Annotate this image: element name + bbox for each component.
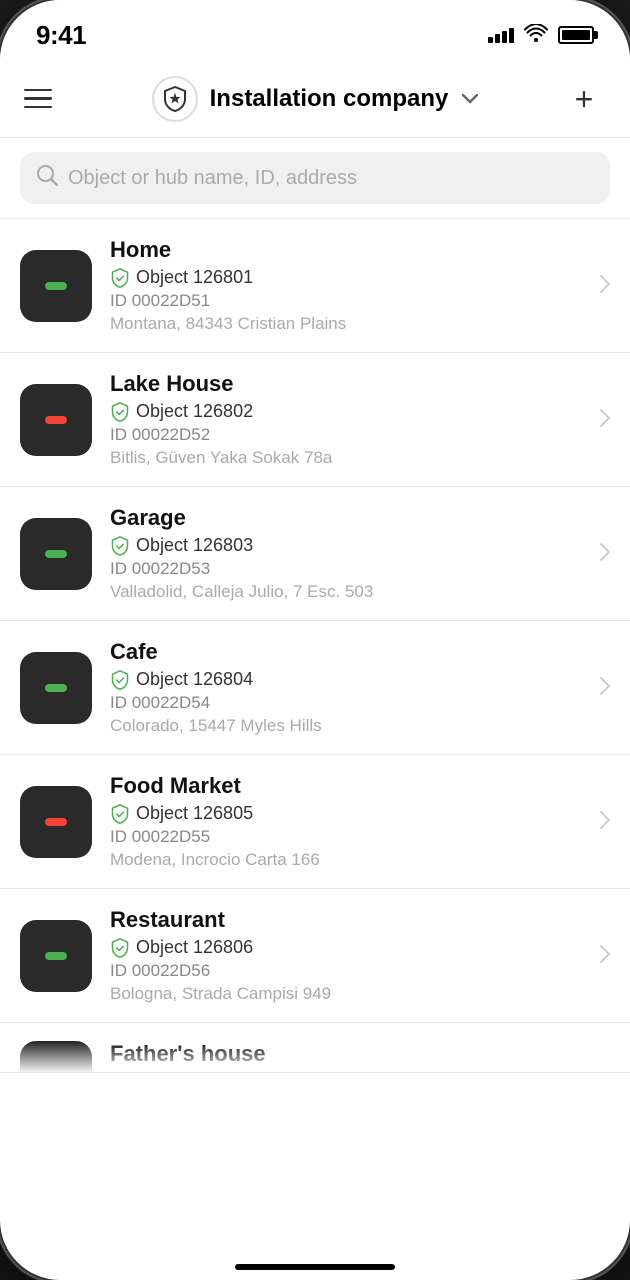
item-name: Restaurant (110, 907, 590, 933)
item-name: Food Market (110, 773, 590, 799)
item-id: ID 00022D55 (110, 827, 590, 847)
list-item[interactable]: Garage Object 126803 ID 00022D53 Vallado… (0, 487, 630, 621)
item-chevron-icon (600, 273, 610, 299)
hamburger-line-2 (24, 97, 52, 100)
item-address: Montana, 84343 Cristian Plains (110, 314, 590, 334)
item-id: ID 00022D53 (110, 559, 590, 579)
device-thumbnail (20, 652, 92, 724)
item-chevron-icon (600, 541, 610, 567)
device-thumbnail (20, 250, 92, 322)
item-name: Home (110, 237, 590, 263)
shield-check-icon (110, 804, 130, 824)
item-chevron-icon (600, 675, 610, 701)
device-status-indicator (45, 818, 67, 826)
item-address: Valladolid, Calleja Julio, 7 Esc. 503 (110, 582, 590, 602)
item-id: ID 00022D54 (110, 693, 590, 713)
add-icon: + (575, 83, 594, 115)
status-icons (488, 22, 594, 48)
item-info: Restaurant Object 126806 ID 00022D56 Bol… (110, 907, 590, 1004)
item-address: Bologna, Strada Campisi 949 (110, 984, 590, 1004)
menu-button[interactable] (24, 77, 68, 121)
list-item[interactable]: Restaurant Object 126806 ID 00022D56 Bol… (0, 889, 630, 1023)
item-object: Object 126803 (110, 535, 590, 556)
items-list: Home Object 126801 ID 00022D51 Montana, … (0, 219, 630, 1073)
device-thumbnail (20, 518, 92, 590)
item-object: Object 126802 (110, 401, 590, 422)
signal-bar-3 (502, 31, 507, 43)
search-bar[interactable]: Object or hub name, ID, address (20, 152, 610, 204)
item-name: Cafe (110, 639, 590, 665)
item-chevron-icon (600, 407, 610, 433)
list-item[interactable]: Food Market Object 126805 ID 00022D55 Mo… (0, 755, 630, 889)
search-container: Object or hub name, ID, address (0, 138, 630, 219)
home-indicator (235, 1264, 395, 1270)
phone-screen: 9:41 (0, 0, 630, 1280)
search-input-placeholder: Object or hub name, ID, address (68, 167, 357, 190)
status-bar: 9:41 (0, 0, 630, 60)
item-name: Garage (110, 505, 590, 531)
item-object: Object 126806 (110, 937, 590, 958)
phone-frame: 9:41 (0, 0, 630, 1280)
shield-check-icon (110, 536, 130, 556)
status-time: 9:41 (36, 20, 86, 51)
item-name: Lake House (110, 371, 590, 397)
hamburger-line-3 (24, 106, 52, 109)
item-object: Object 126804 (110, 669, 590, 690)
list-item[interactable]: Father's house Object 126807 ID 00022D57 (0, 1023, 630, 1073)
company-selector[interactable]: Installation company (152, 76, 479, 122)
signal-bars-icon (488, 28, 514, 43)
item-info: Food Market Object 126805 ID 00022D55 Mo… (110, 773, 590, 870)
device-thumbnail (20, 384, 92, 456)
item-info: Lake House Object 126802 ID 00022D52 Bit… (110, 371, 590, 468)
list-item[interactable]: Cafe Object 126804 ID 00022D54 Colorado,… (0, 621, 630, 755)
header: Installation company + (0, 60, 630, 138)
search-icon (36, 164, 58, 192)
company-name: Installation company (210, 85, 449, 113)
device-status-indicator (45, 550, 67, 558)
device-status-indicator (45, 952, 67, 960)
list-item[interactable]: Lake House Object 126802 ID 00022D52 Bit… (0, 353, 630, 487)
device-status-indicator (45, 416, 67, 424)
shield-check-icon (110, 938, 130, 958)
item-object: Object 126805 (110, 803, 590, 824)
device-status-indicator (45, 684, 67, 692)
item-address: Bitlis, Güven Yaka Sokak 78a (110, 448, 590, 468)
item-id: ID 00022D51 (110, 291, 590, 311)
item-chevron-icon (600, 809, 610, 835)
shield-star-icon (161, 85, 189, 113)
signal-bar-2 (495, 34, 500, 43)
battery-fill (562, 30, 590, 40)
device-thumbnail (20, 920, 92, 992)
chevron-down-icon (462, 88, 478, 109)
battery-icon (558, 26, 594, 44)
item-address: Modena, Incrocio Carta 166 (110, 850, 590, 870)
item-object: Object 126801 (110, 267, 590, 288)
device-status-indicator (45, 282, 67, 290)
item-chevron-icon (600, 943, 610, 969)
item-id: ID 00022D52 (110, 425, 590, 445)
shield-check-icon (110, 670, 130, 690)
device-thumbnail (20, 786, 92, 858)
hamburger-line-1 (24, 89, 52, 92)
item-address: Colorado, 15447 Myles Hills (110, 716, 590, 736)
partial-fade (0, 1042, 630, 1072)
list-item[interactable]: Home Object 126801 ID 00022D51 Montana, … (0, 219, 630, 353)
item-info: Home Object 126801 ID 00022D51 Montana, … (110, 237, 590, 334)
item-info: Cafe Object 126804 ID 00022D54 Colorado,… (110, 639, 590, 736)
signal-bar-4 (509, 28, 514, 43)
add-button[interactable]: + (562, 77, 606, 121)
company-logo (152, 76, 198, 122)
item-info: Garage Object 126803 ID 00022D53 Vallado… (110, 505, 590, 602)
item-id: ID 00022D56 (110, 961, 590, 981)
shield-check-icon (110, 402, 130, 422)
signal-bar-1 (488, 37, 493, 43)
wifi-icon (524, 22, 548, 48)
shield-check-icon (110, 268, 130, 288)
